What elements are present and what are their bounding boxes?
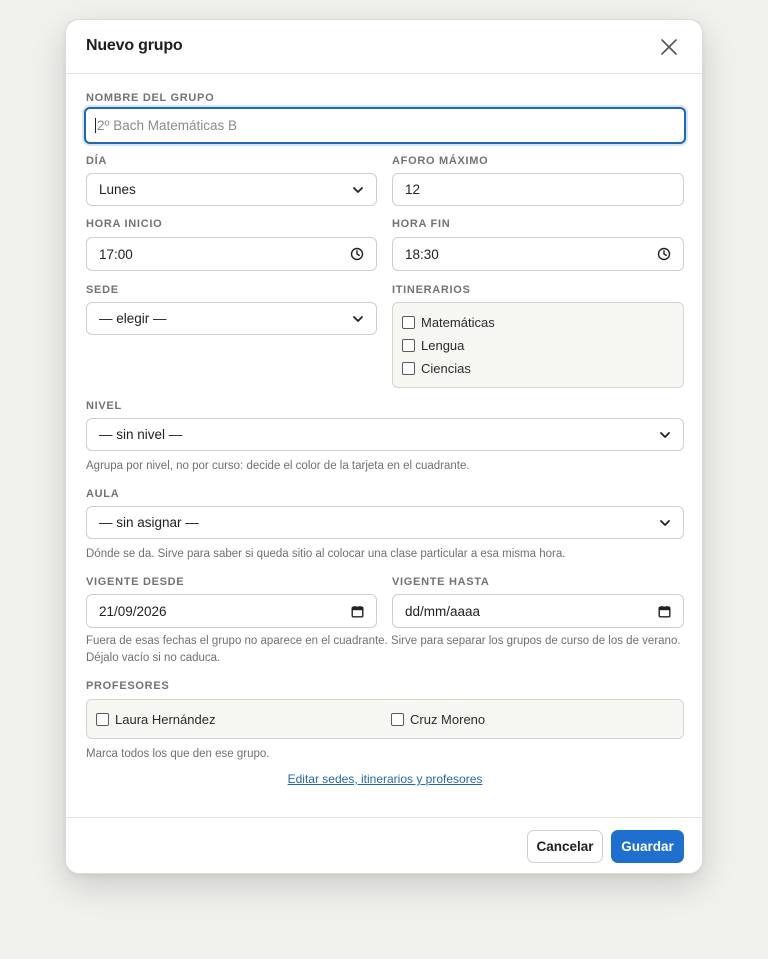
valid-from-value: 21/09/2026 [99, 603, 167, 619]
close-icon [661, 39, 677, 55]
teachers-hint: Marca todos los que den ese grupo. [86, 748, 270, 760]
itinerary-option-label: Lengua [421, 338, 465, 353]
itinerary-option-label: Matemáticas [421, 315, 495, 330]
cancel-button[interactable]: Cancelar [527, 830, 603, 863]
valid-until-value: dd/mm/aaaa [405, 603, 481, 619]
teacher-option-cruz-moreno[interactable]: Cruz Moreno [391, 712, 485, 727]
checkbox[interactable] [402, 316, 415, 329]
checkbox[interactable] [391, 713, 404, 726]
chevron-down-icon [353, 186, 363, 193]
itinerary-option-lengua[interactable]: Lengua [402, 338, 464, 353]
text-caret [95, 118, 96, 133]
teacher-option-laura-hernandez[interactable]: Laura Hernández [96, 712, 215, 727]
room-select-value: — sin asignar — [99, 515, 199, 530]
group-name-label: NOMBRE DEL GRUPO [86, 92, 215, 104]
checkbox[interactable] [96, 713, 109, 726]
checkbox[interactable] [402, 339, 415, 352]
chevron-down-icon [353, 315, 363, 322]
venue-select[interactable]: — elegir — [86, 302, 377, 335]
clock-icon[interactable] [350, 247, 364, 261]
room-label: AULA [86, 488, 120, 500]
itinerary-option-ciencias[interactable]: Ciencias [402, 361, 471, 376]
teacher-option-label: Laura Hernández [115, 712, 216, 727]
start-time-input[interactable]: 17:00 [86, 237, 377, 271]
valid-from-input[interactable]: 21/09/2026 [86, 594, 377, 628]
level-label: NIVEL [86, 400, 122, 412]
calendar-icon[interactable] [658, 605, 671, 618]
venue-select-value: — elegir — [99, 311, 167, 326]
room-select[interactable]: — sin asignar — [86, 506, 684, 539]
day-select-value: Lunes [99, 182, 136, 197]
edit-settings-link[interactable]: Editar sedes, itinerarios y profesores [66, 772, 704, 786]
group-name-input[interactable]: 2º Bach Matemáticas B [84, 107, 686, 144]
dialog-title: Nuevo grupo [86, 37, 183, 54]
checkbox[interactable] [402, 362, 415, 375]
validity-hint-1: Fuera de esas fechas el grupo no aparece… [86, 635, 681, 647]
teachers-checklist: Laura Hernández Cruz Moreno [86, 699, 684, 739]
itineraries-checklist: Matemáticas Lengua Ciencias [392, 302, 684, 388]
save-button[interactable]: Guardar [611, 830, 684, 863]
close-button[interactable] [658, 36, 680, 58]
calendar-icon[interactable] [351, 605, 364, 618]
chevron-down-icon [660, 519, 670, 526]
chevron-down-icon [660, 431, 670, 438]
validity-hint-2: Déjalo vacío si no caduca. [86, 652, 221, 664]
valid-until-input[interactable]: dd/mm/aaaa [392, 594, 684, 628]
room-hint: Dónde se da. Sirve para saber si queda s… [86, 548, 566, 560]
start-time-label: HORA INICIO [86, 218, 163, 230]
dialog-footer: Cancelar Guardar [66, 817, 702, 874]
level-select[interactable]: — sin nivel — [86, 418, 684, 451]
capacity-value: 12 [405, 182, 421, 197]
capacity-label: AFORO MÁXIMO [392, 155, 489, 167]
start-time-value: 17:00 [99, 246, 133, 262]
teacher-option-label: Cruz Moreno [410, 712, 486, 727]
teachers-label: PROFESORES [86, 680, 170, 692]
itineraries-label: ITINERARIOS [392, 284, 471, 296]
end-time-input[interactable]: 18:30 [392, 237, 684, 271]
dialog-header: Nuevo grupo [66, 20, 702, 74]
level-select-value: — sin nivel — [99, 427, 183, 442]
level-hint: Agrupa por nivel, no por curso: decide e… [86, 460, 470, 472]
day-label: DÍA [86, 155, 108, 167]
day-select[interactable]: Lunes [86, 173, 377, 206]
new-group-dialog: Nuevo grupo NOMBRE DEL GRUPO 2º Bach Mat… [65, 19, 703, 874]
valid-from-label: VIGENTE DESDE [86, 576, 185, 588]
itinerary-option-label: Ciencias [421, 361, 471, 376]
venue-label: SEDE [86, 284, 119, 296]
valid-until-label: VIGENTE HASTA [392, 576, 490, 588]
group-name-placeholder: 2º Bach Matemáticas B [97, 118, 237, 133]
end-time-label: HORA FIN [392, 218, 451, 230]
capacity-input[interactable]: 12 [392, 173, 684, 206]
clock-icon[interactable] [657, 247, 671, 261]
end-time-value: 18:30 [405, 246, 439, 262]
itinerary-option-matematicas[interactable]: Matemáticas [402, 315, 495, 330]
